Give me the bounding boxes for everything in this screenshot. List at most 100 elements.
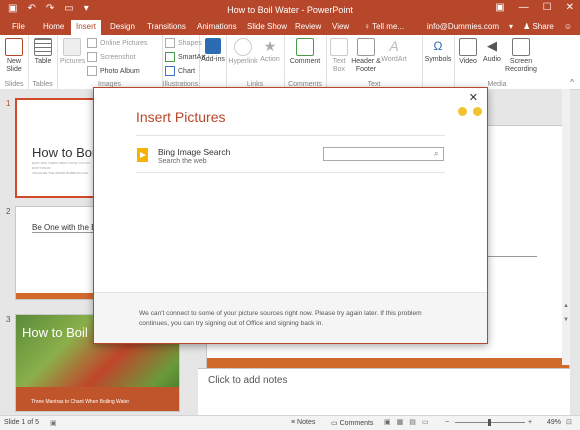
comment-icon [296,38,314,56]
fit-to-window-icon[interactable]: ⊡ [566,418,572,426]
bing-search-input[interactable] [323,147,444,161]
bing-source-name: Bing Image Search [158,147,231,157]
window-title: How to Boil Water - PowerPoint [227,5,353,15]
notes-icon: ≡ [291,419,296,426]
close-dialog-button[interactable]: ✕ [469,91,478,104]
search-icon[interactable]: ⌕ [434,149,438,159]
zoom-in-button[interactable]: + [528,419,532,426]
zoom-level[interactable]: 49% [547,419,561,426]
tell-me-label: Tell me... [372,22,405,31]
tab-home[interactable]: Home [43,22,64,31]
title-bar: ▣ ↶ ↷ ▭ ▾ How to Boil Water - PowerPoint… [0,0,580,20]
tab-view[interactable]: View [332,22,349,31]
person-icon: ♟ [523,22,531,31]
video-button[interactable]: Video [456,38,480,66]
account-name[interactable]: info@Dummies.com [427,22,499,31]
account-dropdown-icon[interactable]: ▾ [509,22,513,31]
comments-toggle[interactable]: ▭ Comments [331,419,373,427]
pictures-icon [63,38,81,56]
new-slide-label: New Slide [6,58,22,73]
group-tables: Table Tables [28,35,58,89]
shapes-button[interactable]: Shapes [165,38,202,48]
group-symbols: Ω Symbols [422,35,455,89]
thumbnail-number: 1 [6,99,11,108]
ribbon-display-icon[interactable]: ▣ [495,2,504,13]
pictures-button[interactable]: Pictures [60,38,86,66]
online-pictures-button[interactable]: Online Pictures [87,38,147,48]
tab-slide-show[interactable]: Slide Show [247,22,287,31]
group-addins: Add-ins [199,35,227,89]
tab-animations[interactable]: Animations [197,22,237,31]
zoom-out-button[interactable]: − [445,419,449,426]
screenshot-button[interactable]: Screenshot [87,52,135,62]
group-links: Hyperlink ★ Action Links [226,35,285,89]
share-button[interactable]: ♟ Share [523,22,554,31]
screen-recording-button[interactable]: Screen Recording [504,38,538,74]
table-button[interactable]: Table [31,38,55,66]
thumbnail-caption: Three Mantras to Chant When Boiling Wate… [31,399,130,405]
screen-recording-label: Screen Recording [505,58,537,73]
bing-source-description: Search the web [158,158,207,165]
vertical-scrollbar[interactable]: ▲ ▼ [562,89,570,365]
previous-slide-icon[interactable]: ▲ [563,303,569,311]
symbols-label: Symbols [424,56,452,63]
tab-file[interactable]: File [12,22,25,31]
bing-icon [137,148,148,162]
hyperlink-button[interactable]: Hyperlink [228,38,258,66]
comment-icon: ▭ [331,420,338,427]
tab-design[interactable]: Design [110,22,135,31]
chart-button[interactable]: Chart [165,66,195,76]
table-label: Table [34,58,52,65]
audio-button[interactable]: ◀ Audio [481,38,503,64]
comment-button[interactable]: Comment [287,38,323,66]
next-slide-icon[interactable]: ▼ [563,317,569,325]
notes-toggle[interactable]: ≡ Notes [291,419,315,426]
lightbulb-icon: ♀ [364,22,370,31]
status-bar: Slide 1 of 5 ▣ ≡ Notes ▭ Comments ▣ ▦ ▤ … [0,415,580,430]
zoom-slider[interactable] [455,419,525,426]
ribbon: New Slide Slides Table Tables Pictures O… [0,35,580,90]
thumbnail-number: 3 [6,315,11,324]
slide-sorter-icon[interactable]: ▦ [397,418,404,426]
header-footer-button[interactable]: Header & Footer [351,38,381,74]
photo-album-button[interactable]: Photo Album [87,66,140,76]
normal-view-icon[interactable]: ▣ [384,418,391,426]
close-window-button[interactable]: ✕ [566,2,574,13]
pictures-label: Pictures [60,58,86,65]
action-button[interactable]: ★ Action [258,38,282,64]
symbols-button[interactable]: Ω Symbols [424,38,452,64]
group-comments: Comment Comments [284,35,327,89]
tell-me-box[interactable]: ♀ Tell me... [364,22,404,31]
screenshot-icon [87,52,97,62]
zoom-slider-thumb[interactable] [488,419,491,426]
slide-counter: Slide 1 of 5 [4,419,40,426]
comment-label: Comment [289,58,321,65]
addins-button[interactable]: Add-ins [201,38,225,64]
collapse-ribbon-icon[interactable]: ^ [570,78,574,87]
group-slides: New Slide Slides [0,35,29,89]
header-footer-icon [357,38,375,56]
group-label-tables: Tables [32,81,53,88]
minimize-button[interactable]: — [519,2,529,13]
tab-insert[interactable]: Insert [71,20,102,35]
wordart-button[interactable]: A WordArt [381,38,407,64]
tab-transitions[interactable]: Transitions [147,22,186,31]
text-box-icon [330,38,348,56]
action-label: Action [260,56,280,63]
tab-review[interactable]: Review [295,22,321,31]
send-a-smile-icon[interactable] [458,107,467,116]
notes-placeholder: Click to add notes [208,375,288,386]
reading-view-icon[interactable]: ▤ [409,418,416,426]
text-box-button[interactable]: Text Box [328,38,350,74]
connection-error-message: We can't connect to some of your picture… [139,310,422,327]
notes-pane[interactable]: Click to add notes [198,368,570,415]
slide-show-icon[interactable]: ▭ [422,418,429,426]
feedback-smiley-icon[interactable]: ☺ [564,22,572,31]
new-slide-button[interactable]: New Slide [2,38,26,74]
screenshot-label: Screenshot [100,53,136,61]
dialog-divider [136,172,445,173]
group-illustrations: Shapes SmartArt Chart Illustrations [162,35,206,89]
maximize-button[interactable]: ☐ [543,2,552,13]
send-a-frown-icon[interactable] [473,107,482,116]
spelling-icon[interactable]: ▣ [50,419,57,427]
